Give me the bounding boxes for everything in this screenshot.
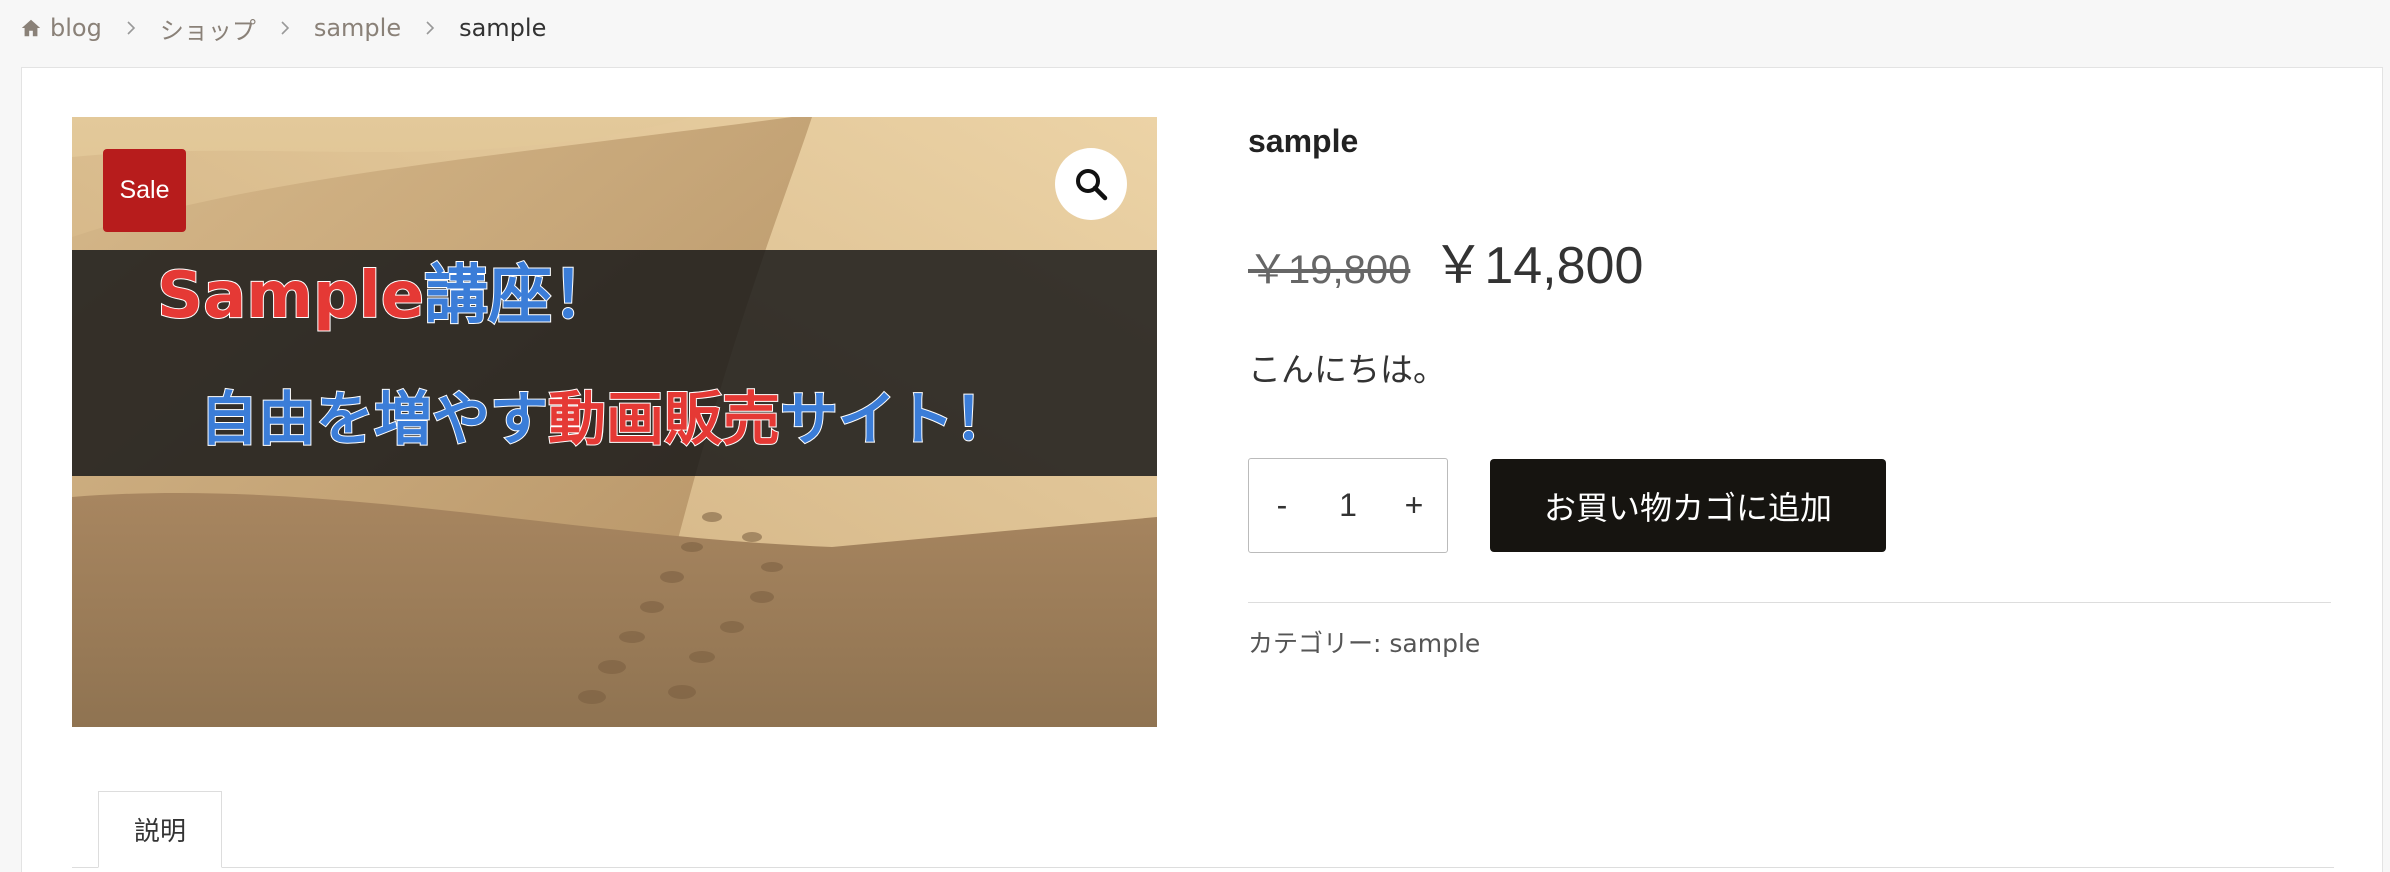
category-link[interactable]: sample [1389, 629, 1480, 658]
banner-subtitle: 自由を増やす動画販売サイト！ [199, 389, 1013, 449]
banner-text-freedom: 自由を増やす [199, 385, 549, 453]
product-meta: カテゴリー: sample [1248, 624, 1480, 660]
quantity-minus-button[interactable]: - [1249, 459, 1315, 552]
search-icon [1076, 169, 1108, 201]
tabs-divider [72, 867, 2334, 868]
price: ￥19,800 ￥14,800 [1248, 223, 1643, 298]
product-card: Sample講座！ 自由を増やす動画販売サイト！ Sale sample ￥19… [21, 67, 2383, 872]
chevron-right-icon [127, 21, 135, 35]
banner-text-site: サイト！ [779, 385, 1013, 453]
chevron-right-icon [426, 21, 435, 35]
tab-description[interactable]: 説明 [98, 791, 222, 868]
divider [1248, 602, 2331, 603]
add-to-cart-button[interactable]: お買い物カゴに追加 [1490, 459, 1886, 552]
breadcrumb-current: sample [459, 14, 547, 42]
breadcrumb-link-blog[interactable]: blog [50, 14, 102, 42]
quantity-plus-button[interactable]: + [1381, 459, 1447, 552]
chevron-right-icon [281, 21, 289, 35]
category-label: カテゴリー: [1248, 629, 1382, 658]
quantity-input[interactable] [1315, 487, 1381, 524]
banner-text-video-sales: 動画販売 [547, 385, 781, 453]
banner-text-sample: Sample [156, 259, 425, 333]
product-image[interactable]: Sample講座！ 自由を増やす動画販売サイト！ Sale [72, 117, 1157, 727]
regular-price: ￥19,800 [1248, 248, 1411, 292]
quantity-stepper: - + [1248, 458, 1448, 553]
sale-badge: Sale [103, 149, 186, 232]
breadcrumb-link-shop[interactable]: ショップ [160, 11, 256, 46]
banner-title: Sample講座！ [156, 263, 617, 329]
sale-price: ￥14,800 [1432, 237, 1644, 295]
breadcrumb: blog ショップ sample sample [20, 0, 546, 56]
short-description: こんにちは。 [1248, 350, 1446, 389]
product-title: sample [1248, 123, 1359, 159]
banner-text-course: 講座！ [423, 259, 617, 333]
zoom-button[interactable] [1055, 148, 1127, 220]
breadcrumb-link-category[interactable]: sample [314, 14, 401, 42]
home-icon [21, 19, 41, 37]
